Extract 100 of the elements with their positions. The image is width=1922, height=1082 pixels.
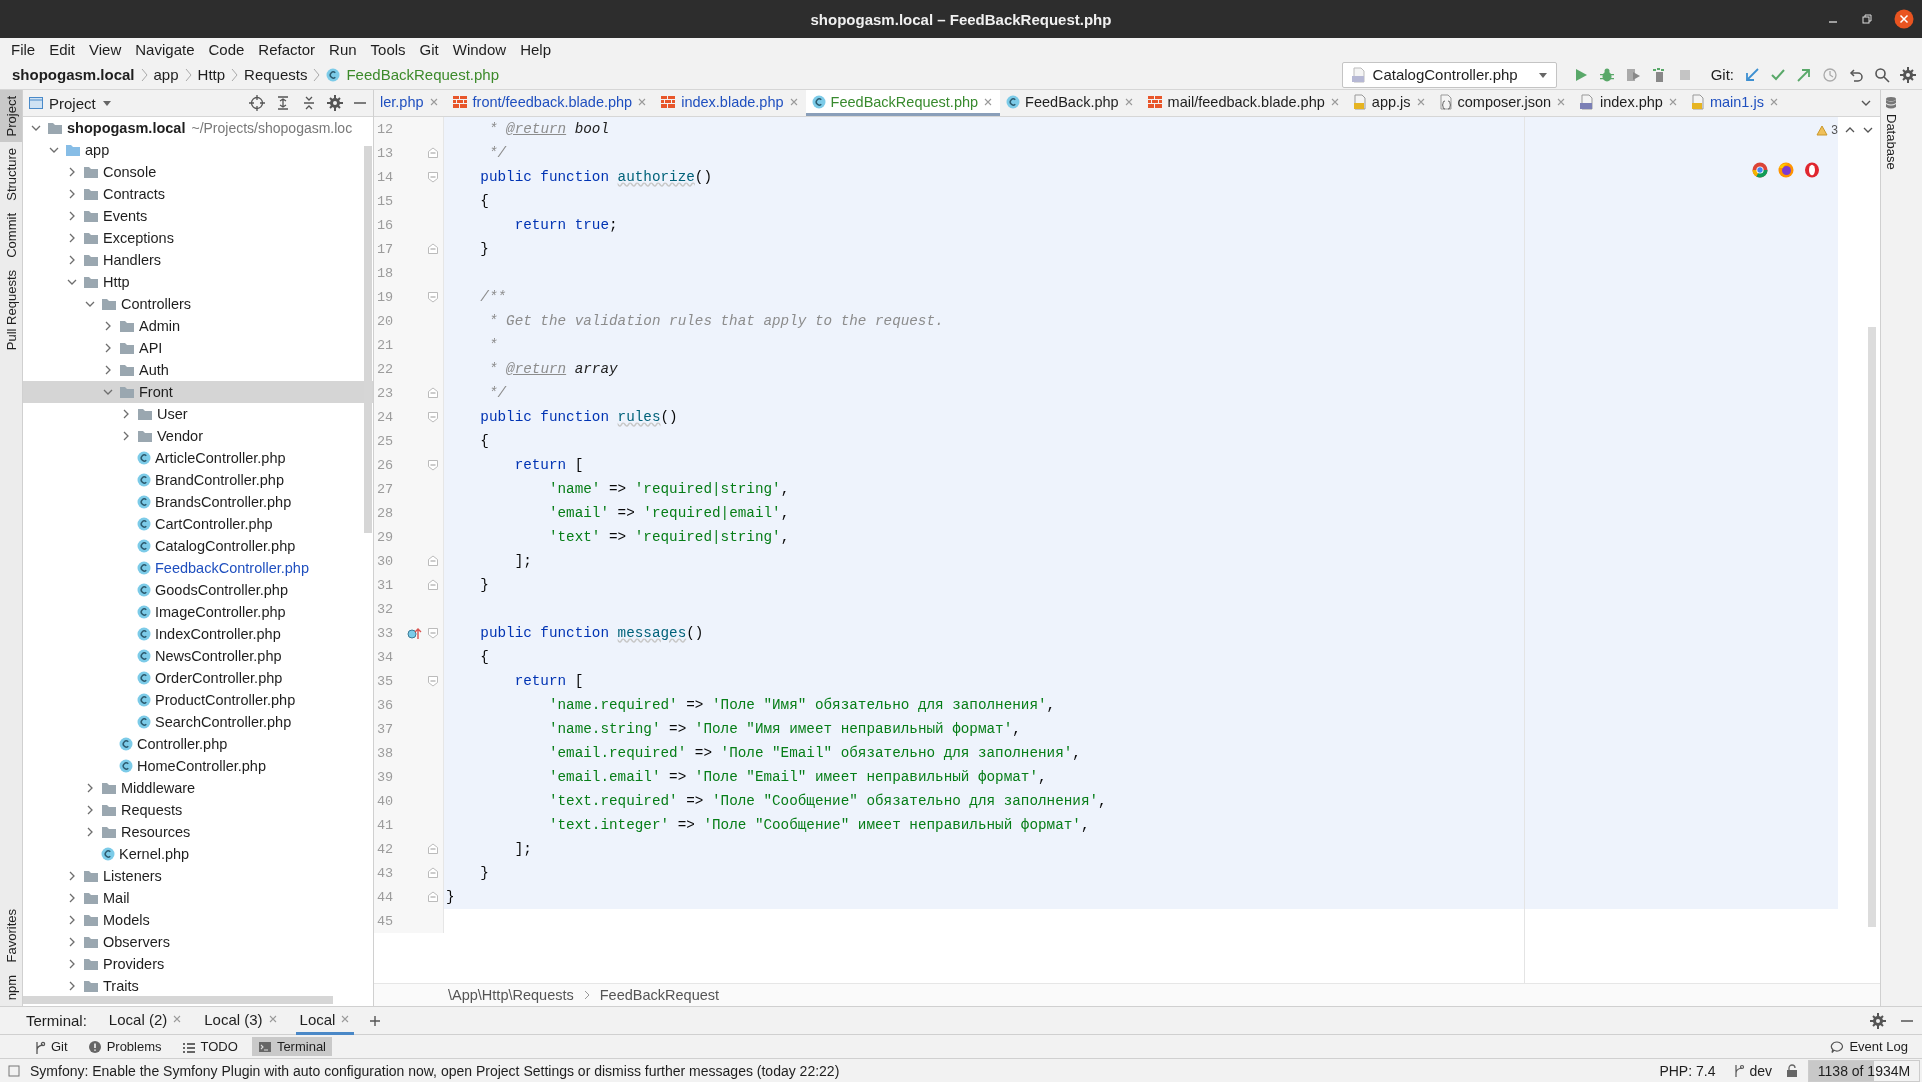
fold-icon[interactable]: [427, 459, 439, 471]
fold-icon[interactable]: [427, 147, 439, 159]
editor-tab[interactable]: front/feedback.blade.php: [445, 90, 655, 116]
editor-tab[interactable]: index.blade.php: [654, 90, 806, 116]
tool-window-button[interactable]: TODO: [175, 1037, 244, 1056]
tool-window-button[interactable]: Pull Requests: [0, 264, 22, 357]
tree-item[interactable]: FeedbackController.php: [23, 557, 373, 579]
editor-tab[interactable]: main1.js: [1684, 90, 1786, 116]
square-icon[interactable]: [8, 1064, 20, 1077]
tree-item[interactable]: HomeController.php: [23, 755, 373, 777]
tree-item[interactable]: IndexController.php: [23, 623, 373, 645]
scrollbar-thumb[interactable]: [1868, 327, 1876, 927]
memory-indicator[interactable]: 1138 of 1934M: [1808, 1059, 1920, 1082]
tool-window-button[interactable]: Event Log: [1824, 1037, 1914, 1056]
menu-item[interactable]: Tools: [363, 40, 413, 58]
tree-item[interactable]: Vendor: [23, 425, 373, 447]
fold-icon[interactable]: [427, 867, 439, 879]
editor-tab[interactable]: app.js: [1346, 90, 1433, 116]
menu-item[interactable]: View: [82, 40, 129, 58]
fold-icon[interactable]: [427, 579, 439, 591]
locate-icon[interactable]: [249, 95, 265, 111]
browser-icon[interactable]: [1778, 162, 1794, 178]
history-icon[interactable]: [1822, 66, 1838, 83]
editor-tab[interactable]: ler.php: [374, 90, 446, 116]
menu-item[interactable]: Navigate: [128, 40, 202, 58]
status-message[interactable]: Symfony: Enable the Symfony Plugin with auto configuration now, open Project Settings or dismiss further messages (today 22:22): [30, 1062, 840, 1079]
tree-item[interactable]: ProductController.php: [23, 689, 373, 711]
settings-icon[interactable]: [1900, 66, 1916, 83]
php-version[interactable]: PHP: 7.4: [1655, 1062, 1720, 1079]
tree-item[interactable]: Resources: [23, 821, 373, 843]
fold-icon[interactable]: [427, 291, 439, 303]
settings-icon[interactable]: [327, 95, 343, 111]
terminal-tab[interactable]: Local: [295, 1006, 355, 1035]
browser-icon[interactable]: [1804, 162, 1820, 178]
override-icon[interactable]: [407, 626, 423, 640]
browser-icon[interactable]: [1752, 162, 1768, 178]
editor-tab[interactable]: FeedBack.php: [1000, 90, 1141, 116]
tool-window-button[interactable]: Project: [0, 90, 22, 143]
tree-item[interactable]: Providers: [23, 953, 373, 975]
tree-item[interactable]: ImageController.php: [23, 601, 373, 623]
menu-item[interactable]: Code: [201, 40, 252, 58]
tree-item[interactable]: Listeners: [23, 865, 373, 887]
fold-icon[interactable]: [427, 411, 439, 423]
tree-item[interactable]: BrandsController.php: [23, 491, 373, 513]
tree-item[interactable]: ArticleController.php: [23, 447, 373, 469]
tree-item[interactable]: User: [23, 403, 373, 425]
breadcrumb-item[interactable]: app: [153, 66, 179, 83]
lock-icon[interactable]: [1786, 1063, 1798, 1078]
push-icon[interactable]: [1796, 66, 1812, 83]
tree-item[interactable]: Observers: [23, 931, 373, 953]
add-icon[interactable]: [368, 1013, 383, 1028]
tree-item[interactable]: GoodsController.php: [23, 579, 373, 601]
tree-item[interactable]: BrandController.php: [23, 469, 373, 491]
branch-widget[interactable]: dev: [1729, 1062, 1776, 1079]
tool-window-button[interactable]: Database: [1881, 90, 1901, 176]
tree-item[interactable]: app: [23, 139, 373, 161]
tool-window-button[interactable]: Commit: [0, 207, 22, 264]
tree-item[interactable]: Controller.php: [23, 733, 373, 755]
tree-item[interactable]: shopogasm.local ~/Projects/shopogasm.loc: [23, 117, 373, 139]
tree-item[interactable]: Auth: [23, 359, 373, 381]
tree-item[interactable]: NewsController.php: [23, 645, 373, 667]
collapse-all-icon[interactable]: [301, 95, 317, 111]
fold-icon[interactable]: [427, 243, 439, 255]
tree-item[interactable]: CatalogController.php: [23, 535, 373, 557]
fold-icon[interactable]: [427, 171, 439, 183]
fold-icon[interactable]: [427, 675, 439, 687]
tree-item[interactable]: Traits: [23, 975, 373, 997]
tool-window-button[interactable]: Terminal: [251, 1037, 332, 1056]
breadcrumb-item[interactable]: FeedBackRequest.php: [346, 66, 500, 83]
scrollbar-thumb[interactable]: [364, 146, 372, 533]
tree-item[interactable]: SearchController.php: [23, 711, 373, 733]
fold-icon[interactable]: [427, 387, 439, 399]
profiler-icon[interactable]: [1650, 66, 1667, 83]
menu-item[interactable]: Window: [445, 40, 514, 58]
breadcrumb-item[interactable]: Http: [197, 66, 226, 83]
close-icon[interactable]: [1894, 9, 1914, 29]
run-config-dropdown[interactable]: CatalogController.php: [1341, 61, 1557, 88]
tree-item[interactable]: Http: [23, 271, 373, 293]
update-icon[interactable]: [1744, 66, 1760, 83]
project-view-dropdown[interactable]: Project: [29, 94, 112, 112]
fold-icon[interactable]: [427, 555, 439, 567]
tree-item[interactable]: Exceptions: [23, 227, 373, 249]
tree-item[interactable]: OrderController.php: [23, 667, 373, 689]
breadcrumb-item[interactable]: \App\Http\Requests: [448, 987, 574, 1003]
warning-indicator[interactable]: 3: [1816, 123, 1838, 137]
tree-item[interactable]: Handlers: [23, 249, 373, 271]
fold-icon[interactable]: [427, 627, 439, 639]
menu-item[interactable]: Refactor: [251, 40, 323, 58]
tool-window-button[interactable]: Structure: [0, 142, 22, 208]
terminal-tab[interactable]: Local (2): [104, 1006, 187, 1035]
breadcrumb-item[interactable]: FeedBackRequest: [599, 987, 720, 1003]
scrollbar-thumb[interactable]: [23, 996, 333, 1004]
settings-icon[interactable]: [1870, 1012, 1886, 1029]
tree-item[interactable]: Contracts: [23, 183, 373, 205]
tree-item[interactable]: Middleware: [23, 777, 373, 799]
fold-icon[interactable]: [427, 891, 439, 903]
tree-item[interactable]: Requests: [23, 799, 373, 821]
tree-item[interactable]: Controllers: [23, 293, 373, 315]
tool-window-button[interactable]: Problems: [81, 1037, 168, 1056]
menu-item[interactable]: File: [4, 40, 43, 58]
